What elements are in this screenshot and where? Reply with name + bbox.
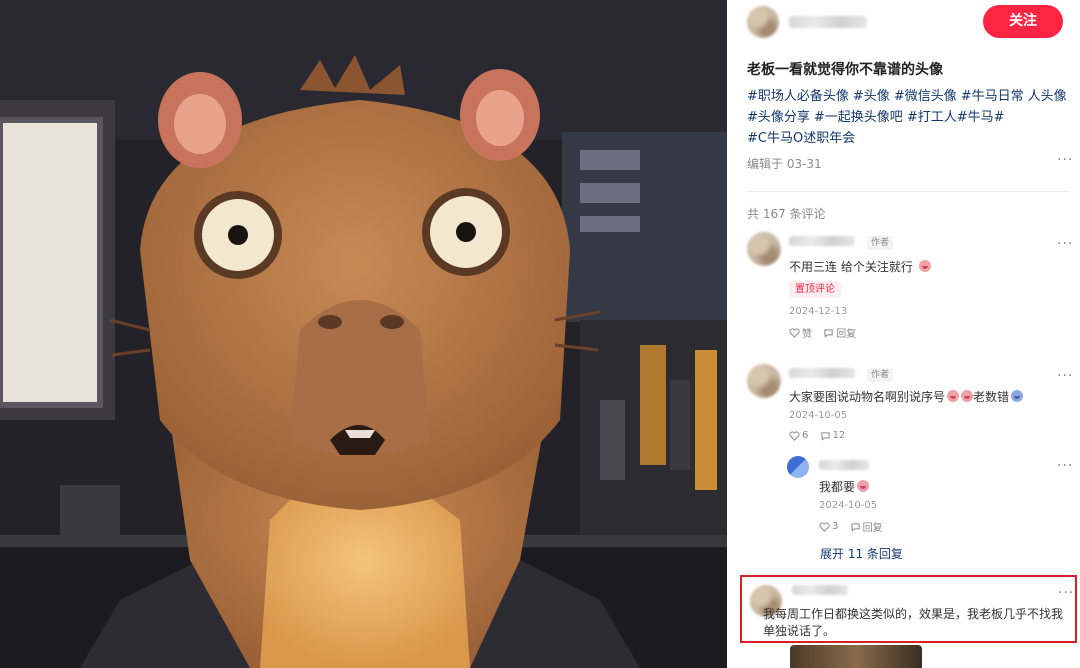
- hashtag[interactable]: #打工人: [907, 110, 957, 125]
- author-tag: 作者: [867, 368, 894, 382]
- reply-label: 回复: [862, 523, 883, 534]
- next-comment-image-thumbnail[interactable]: [790, 645, 922, 668]
- replier-name[interactable]: [819, 460, 869, 470]
- more-dots-icon[interactable]: ···: [1057, 458, 1073, 474]
- hashtag[interactable]: #一起换头像吧: [814, 110, 903, 125]
- capybara-pixel-art: [0, 0, 727, 668]
- reply-date: 2024-10-05: [819, 500, 878, 511]
- author-name[interactable]: [789, 16, 867, 28]
- hashtag[interactable]: #头像分享: [747, 110, 810, 125]
- like-count: 6: [802, 430, 809, 441]
- like-count: 3: [832, 521, 839, 532]
- reply-actions: 3 回复: [819, 519, 891, 535]
- reply-count: 12: [832, 430, 846, 441]
- comment-count: 共 167 条评论: [747, 207, 826, 221]
- emoji-icon: [947, 390, 960, 402]
- post-title: 老板一看就觉得你不靠谱的头像: [747, 62, 943, 78]
- follow-button[interactable]: 关注: [983, 5, 1063, 38]
- like-button[interactable]: 赞: [789, 325, 812, 340]
- reply-text: 我都要: [819, 480, 856, 494]
- commenter-name[interactable]: [789, 368, 855, 378]
- hashtag[interactable]: 人头像: [1028, 89, 1067, 104]
- comment-date: 2024-12-13: [789, 306, 848, 317]
- reply-label: 回复: [836, 329, 857, 340]
- more-dots-icon[interactable]: ···: [1057, 236, 1073, 252]
- more-dots-icon[interactable]: ···: [1057, 152, 1073, 168]
- chat-bubble-icon: [850, 522, 860, 532]
- emoji-icon: [918, 260, 931, 272]
- edit-date: 编辑于 03-31: [747, 157, 822, 171]
- commenter-name[interactable]: [792, 585, 848, 595]
- heart-icon: [789, 430, 800, 441]
- heart-icon: [819, 521, 830, 532]
- post-image[interactable]: [0, 0, 727, 668]
- hashtag[interactable]: #职场人必备头像: [747, 89, 849, 104]
- expand-replies-link[interactable]: 展开 11 条回复: [820, 545, 903, 562]
- comment-item: 作者 ··· 不用三连 给个关注就行 置顶评论 2024-12-13 赞 回复: [747, 232, 1073, 342]
- comment-item: 作者 ··· 大家要图说动物名啊别说序号 老数错 2024-10-05 6 12: [747, 364, 1073, 454]
- author-tag: 作者: [867, 236, 894, 250]
- emoji-icon: [857, 480, 870, 492]
- comment-text: 大家要图说动物名啊别说序号: [789, 390, 946, 404]
- commenter-avatar[interactable]: [747, 364, 781, 398]
- comment-date: 2024-10-05: [789, 410, 848, 421]
- more-dots-icon[interactable]: ···: [1057, 368, 1073, 384]
- like-label: 赞: [802, 329, 812, 340]
- pinned-badge: 置顶评论: [789, 281, 841, 298]
- divider: [747, 191, 1070, 192]
- like-button[interactable]: 3: [819, 521, 838, 532]
- emoji-icon: [961, 390, 974, 402]
- hashtag[interactable]: #牛马: [957, 110, 994, 125]
- comment-actions: 赞 回复: [789, 325, 864, 341]
- post-side-panel: 关注 老板一看就觉得你不靠谱的头像 #职场人必备头像 #头像 #微信头像 #牛马日常人…: [727, 0, 1080, 668]
- comment-text-row: 大家要图说动物名啊别说序号 老数错: [789, 388, 1024, 405]
- comment-text: 我每周工作日都换这类似的，效果是，我老板几乎不找我单独说话了。: [763, 607, 1064, 638]
- commenter-avatar[interactable]: [747, 232, 781, 266]
- hashtag-list: #职场人必备头像 #头像 #微信头像 #牛马日常 人头像 #头像分享 #一起换头像吧 #打工人…: [747, 86, 1077, 149]
- chat-bubble-icon: [824, 328, 833, 338]
- author-header: 关注: [747, 5, 1071, 38]
- hashtag[interactable]: #头像: [853, 89, 890, 104]
- more-dots-icon[interactable]: ···: [1058, 585, 1074, 601]
- hashtag[interactable]: #: [994, 110, 1005, 125]
- reply-item: ··· 我都要 2024-10-05 3 回复: [787, 456, 1073, 540]
- like-button[interactable]: 6: [789, 430, 808, 441]
- author-avatar[interactable]: [747, 6, 779, 38]
- chat-bubble-icon: [820, 431, 830, 441]
- comment-actions: 6 12: [789, 430, 853, 444]
- hashtag[interactable]: #微信头像: [894, 89, 957, 104]
- heart-icon: [789, 327, 800, 338]
- replier-avatar[interactable]: [787, 456, 809, 478]
- highlighted-comment: ··· 我每周工作日都换这类似的，效果是，我老板几乎不找我单独说话了。: [740, 575, 1077, 643]
- hashtag[interactable]: #C牛马O述职年会: [747, 131, 855, 146]
- hashtag[interactable]: #牛马日常: [961, 89, 1024, 104]
- reply-text-row: 我都要: [819, 478, 870, 495]
- reply-button[interactable]: 12: [820, 430, 846, 441]
- comment-text-row: 不用三连 给个关注就行: [789, 258, 931, 275]
- comment-text: 不用三连 给个关注就行: [789, 260, 913, 274]
- emoji-icon: [1011, 390, 1024, 402]
- reply-button[interactable]: 回复: [823, 325, 856, 340]
- comment-text-suffix: 老数错: [973, 390, 1010, 404]
- reply-button[interactable]: 回复: [850, 519, 883, 534]
- commenter-name[interactable]: [789, 236, 855, 246]
